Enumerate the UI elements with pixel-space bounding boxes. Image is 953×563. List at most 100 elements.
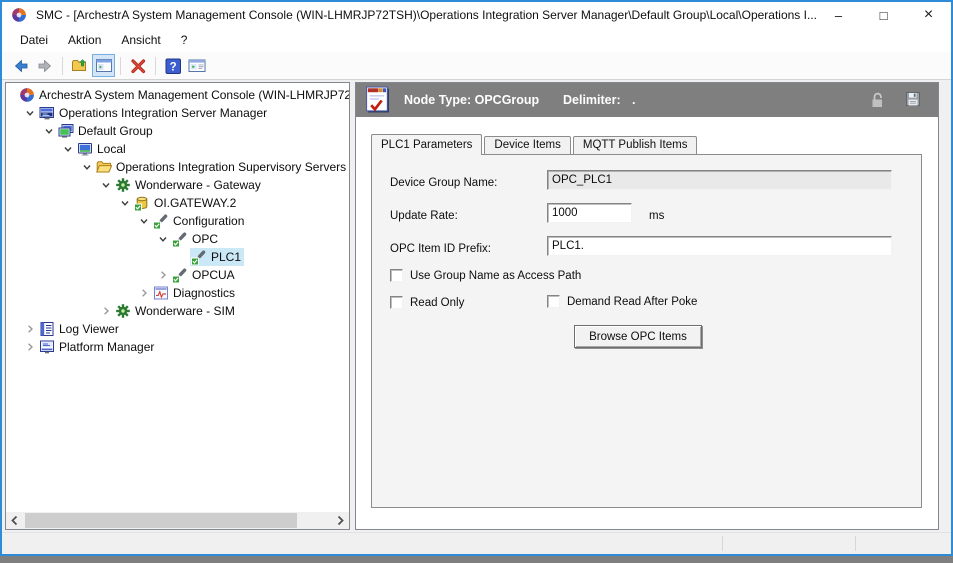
- scrollbar-thumb[interactable]: [25, 513, 297, 528]
- tree-item-label: OPC: [191, 232, 221, 247]
- title-bar: SMC - [ArchestrA System Management Conso…: [2, 2, 951, 28]
- tree-node: Wonderware - Gateway: [114, 176, 264, 194]
- config-check-icon: [153, 213, 169, 229]
- tab-mqtt-publish-items[interactable]: MQTT Publish Items: [573, 136, 698, 154]
- demand-read-checkbox-row: Demand Read After Poke: [547, 295, 697, 308]
- toolbar-help-icon[interactable]: ?: [161, 54, 185, 78]
- chevron-right-icon[interactable]: [98, 303, 114, 319]
- menu-item-ansicht[interactable]: Ansicht: [111, 28, 170, 52]
- toolbar-separator: [62, 57, 63, 75]
- computer-icon: [77, 141, 93, 157]
- chevron-down-icon[interactable]: [60, 141, 76, 157]
- tree-item-wonderware-sim[interactable]: Wonderware - SIM: [6, 302, 349, 320]
- use-group-name-checkbox[interactable]: [390, 269, 403, 282]
- platform-manager-icon: [39, 339, 55, 355]
- chevron-down-icon[interactable]: [155, 231, 171, 247]
- tree-item-label: Diagnostics: [172, 286, 238, 301]
- tree-node: Default Group: [57, 122, 156, 140]
- chevron-right-icon[interactable]: [22, 321, 38, 337]
- scroll-left-arrow-icon[interactable]: [6, 512, 23, 529]
- update-rate-unit: ms: [649, 210, 664, 222]
- tree-item-label: Default Group: [77, 124, 156, 139]
- chevron-down-icon[interactable]: [136, 213, 152, 229]
- chevron-down-icon[interactable]: [79, 159, 95, 175]
- chevron-right-icon[interactable]: [22, 339, 38, 355]
- tree-item-diagnostics[interactable]: Diagnostics: [6, 284, 349, 302]
- tree-item-log-viewer[interactable]: Log Viewer: [6, 320, 349, 338]
- toolbar-delete-icon[interactable]: [126, 54, 150, 78]
- tab-page-plc1-parameters: Device Group Name: Update Rate: ms OPC I…: [371, 154, 922, 508]
- tree-item-opc[interactable]: OPC: [6, 230, 349, 248]
- tree-item-operations-integration-supervisory-servers[interactable]: Operations Integration Supervisory Serve…: [6, 158, 349, 176]
- tree-item-archestra-system-management-console-win-lhmrjp72tsh[interactable]: ArchestrA System Management Console (WIN…: [6, 86, 349, 104]
- toolbar-back-icon[interactable]: [9, 54, 33, 78]
- smc-logo-icon: [19, 87, 35, 103]
- delimiter-value: .: [632, 93, 635, 107]
- database-check-icon: [134, 195, 150, 211]
- tree-item-configuration[interactable]: Configuration: [6, 212, 349, 230]
- chevron-down-icon[interactable]: [98, 177, 114, 193]
- tree-item-opcua[interactable]: OPCUA: [6, 266, 349, 284]
- menu-item-aktion[interactable]: Aktion: [58, 28, 111, 52]
- close-button[interactable]: ×: [906, 2, 951, 28]
- window-controls: – □ ×: [816, 2, 951, 28]
- toolbar-up-level-icon[interactable]: [68, 54, 92, 78]
- tree-item-default-group[interactable]: Default Group: [6, 122, 349, 140]
- statusbar-divider: [722, 536, 723, 551]
- toolbar-show-console-tree-icon[interactable]: [92, 54, 115, 77]
- tree-item-platform-manager[interactable]: Platform Manager: [6, 338, 349, 356]
- menu-bar: DateiAktionAnsicht?: [2, 28, 951, 52]
- minimize-button[interactable]: –: [816, 2, 861, 28]
- toolbar-show-panes-icon[interactable]: [185, 54, 209, 78]
- main-content: ArchestrA System Management Console (WIN…: [2, 80, 951, 532]
- maximize-button[interactable]: □: [861, 2, 906, 28]
- unlock-icon[interactable]: [869, 91, 886, 113]
- device-group-name-field: [547, 170, 892, 190]
- chevron-right-icon[interactable]: [155, 267, 171, 283]
- status-bar: [2, 532, 951, 554]
- config-check-icon: [172, 267, 188, 283]
- tree-item-label: Configuration: [172, 214, 247, 229]
- browse-opc-items-button[interactable]: Browse OPC Items: [574, 325, 702, 348]
- scroll-right-arrow-icon[interactable]: [332, 512, 349, 529]
- chevron-down-icon[interactable]: [22, 105, 38, 121]
- tree-item-local[interactable]: Local: [6, 140, 349, 158]
- menu-item-datei[interactable]: Datei: [10, 28, 58, 52]
- tree-node: Local: [76, 140, 129, 158]
- computer-group-icon: [58, 123, 74, 139]
- chevron-right-icon[interactable]: [136, 285, 152, 301]
- tree-node: OPC: [171, 230, 221, 248]
- chevron-down-icon[interactable]: [117, 195, 133, 211]
- selected-tree-node: PLC1: [190, 248, 244, 266]
- statusbar-divider: [855, 536, 856, 551]
- console-tree-panel: ArchestrA System Management Console (WIN…: [5, 82, 350, 530]
- tree-node: Diagnostics: [152, 284, 238, 302]
- tab-plc1-parameters[interactable]: PLC1 Parameters: [371, 134, 482, 155]
- tab-device-items[interactable]: Device Items: [484, 136, 570, 154]
- tree-item-plc1[interactable]: PLC1: [6, 248, 349, 266]
- opc-item-prefix-input[interactable]: [547, 236, 892, 256]
- chevron-down-icon[interactable]: [41, 123, 57, 139]
- tree-item-wonderware-gateway[interactable]: Wonderware - Gateway: [6, 176, 349, 194]
- horizontal-scrollbar[interactable]: [6, 512, 349, 529]
- tree-node: OI.GATEWAY.2: [133, 194, 239, 212]
- update-rate-input[interactable]: [547, 203, 632, 223]
- toolbar-forward-icon[interactable]: [33, 54, 57, 78]
- tree-node: Platform Manager: [38, 338, 157, 356]
- demand-read-checkbox[interactable]: [547, 295, 560, 308]
- console-tree: ArchestrA System Management Console (WIN…: [6, 83, 349, 512]
- toolbar-separator: [120, 57, 121, 75]
- read-only-checkbox[interactable]: [390, 296, 403, 309]
- menu-item-[interactable]: ?: [171, 28, 198, 52]
- app-logo-icon: [11, 7, 27, 23]
- save-icon[interactable]: [905, 91, 922, 113]
- node-type-text: Node Type: OPCGroup: [404, 93, 539, 107]
- tree-node: Configuration: [152, 212, 247, 230]
- tree-item-label: PLC1: [210, 250, 244, 265]
- smc-window: SMC - [ArchestrA System Management Conso…: [0, 0, 953, 556]
- tree-item-operations-integration-server-manager[interactable]: Operations Integration Server Manager: [6, 104, 349, 122]
- tree-node: OPCUA: [171, 266, 238, 284]
- tree-node: Operations Integration Server Manager: [38, 104, 270, 122]
- log-viewer-icon: [39, 321, 55, 337]
- tree-item-oi-gateway-2[interactable]: OI.GATEWAY.2: [6, 194, 349, 212]
